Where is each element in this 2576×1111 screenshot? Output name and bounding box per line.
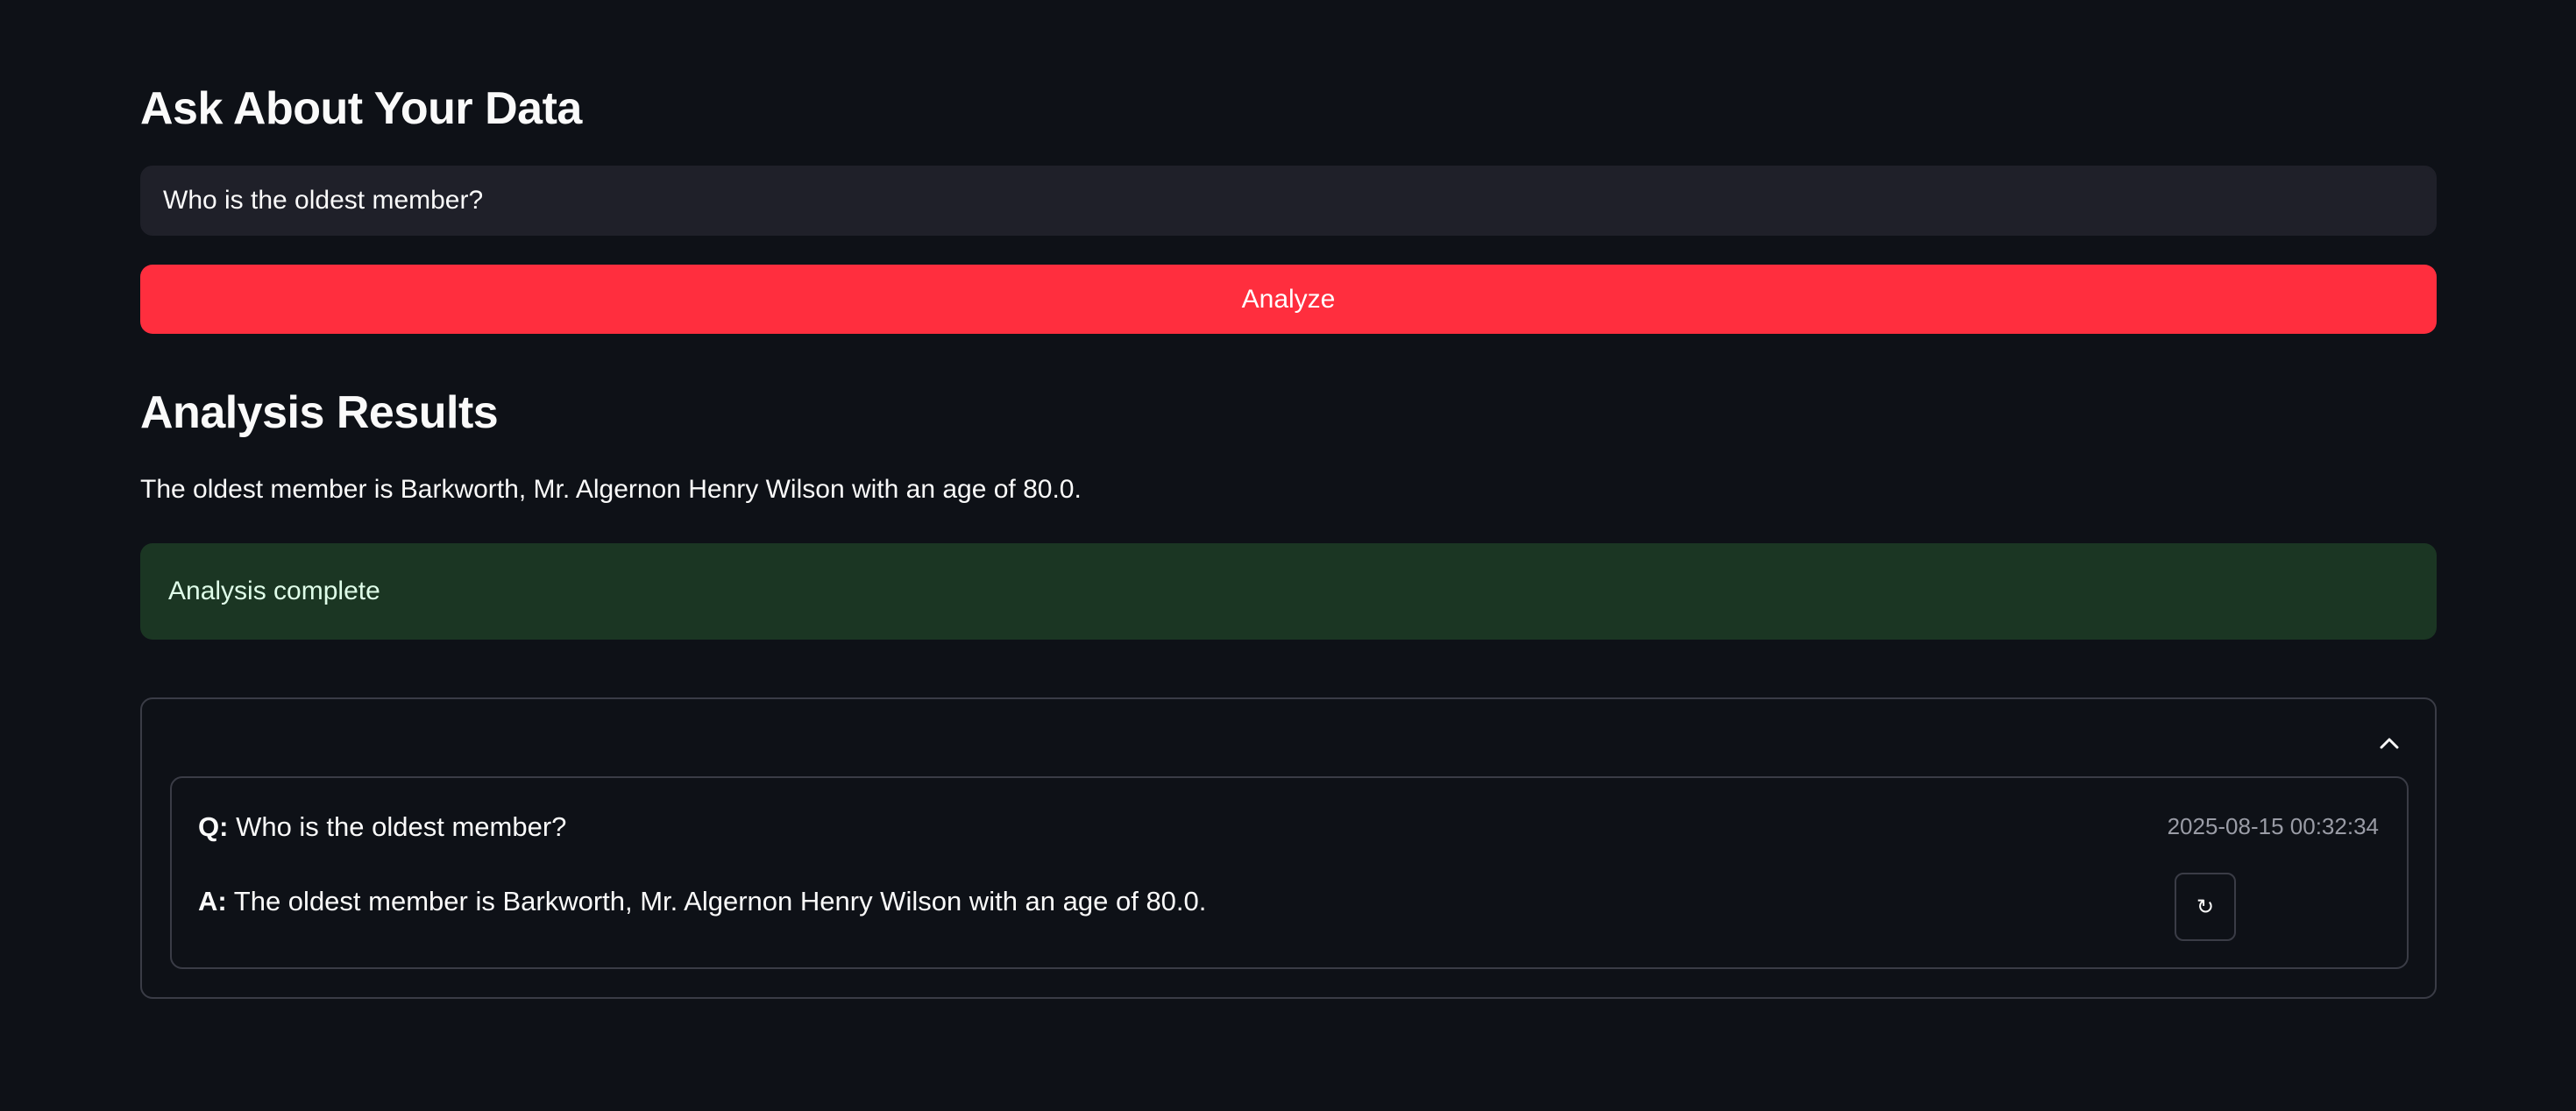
question-text: Who is the oldest member?	[236, 811, 567, 842]
refresh-icon: ↻	[2196, 895, 2215, 919]
analyze-button[interactable]: Analyze	[140, 265, 2437, 334]
ask-title: Ask About Your Data	[140, 83, 582, 134]
history-item: Q: Who is the oldest member? A: The olde…	[170, 776, 2409, 969]
rerun-button[interactable]: ↻	[2175, 873, 2236, 941]
success-alert: Analysis complete	[140, 543, 2437, 640]
history-expander: Q: Who is the oldest member? A: The olde…	[140, 697, 2437, 999]
history-answer: A: The oldest member is Barkworth, Mr. A…	[198, 886, 1206, 917]
results-title: Analysis Results	[140, 387, 499, 438]
expander-toggle[interactable]	[2372, 725, 2407, 761]
history-question: Q: Who is the oldest member?	[198, 811, 566, 843]
answer-label: A:	[198, 886, 227, 916]
chevron-up-icon	[2380, 738, 2399, 749]
question-label: Q:	[198, 811, 229, 842]
query-input[interactable]	[140, 166, 2437, 236]
success-message: Analysis complete	[168, 577, 380, 605]
history-timestamp: 2025-08-15 00:32:34	[2167, 813, 2379, 839]
answer-text-history: The oldest member is Barkworth, Mr. Alge…	[233, 886, 1207, 916]
answer-text: The oldest member is Barkworth, Mr. Alge…	[140, 475, 1082, 504]
